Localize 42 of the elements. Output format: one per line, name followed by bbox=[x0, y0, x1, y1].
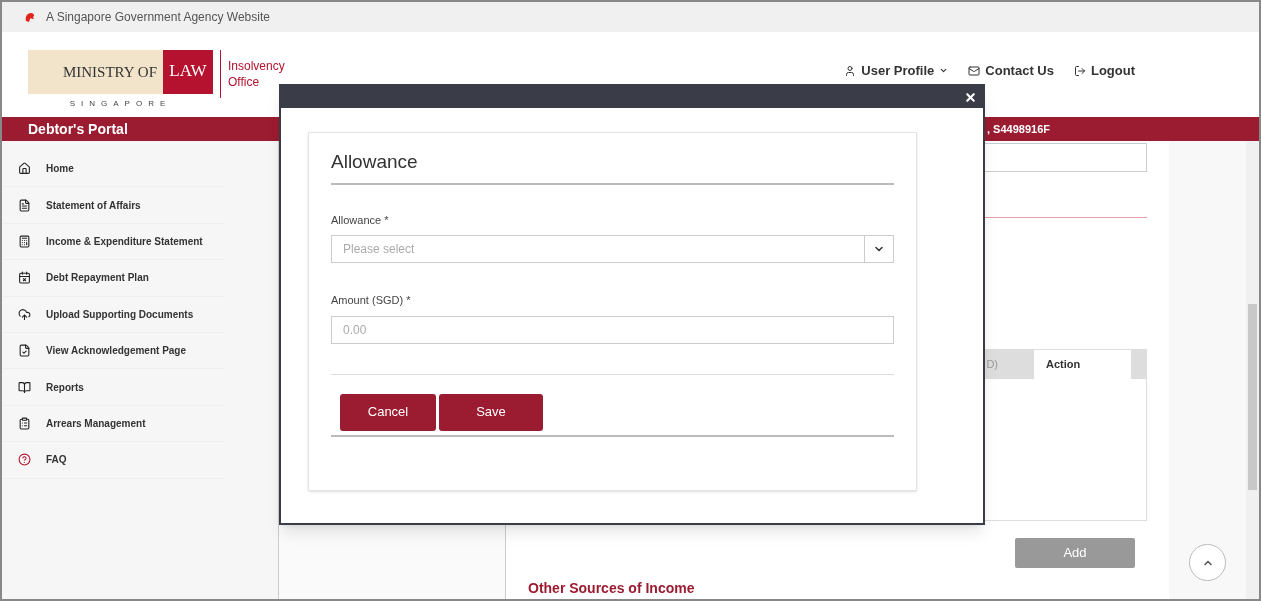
sidebar-icon bbox=[18, 344, 31, 358]
sidebar-icon bbox=[18, 162, 31, 176]
sidebar-icon bbox=[18, 198, 31, 212]
law-logo-text: LAW bbox=[163, 50, 213, 94]
nav-link[interactable]: Logout bbox=[1073, 61, 1135, 81]
sidebar-item[interactable]: FAQ bbox=[2, 442, 224, 479]
scrollbar[interactable] bbox=[1246, 141, 1259, 599]
amount-input[interactable]: 0.00 bbox=[331, 315, 894, 344]
sidebar-item[interactable]: Debt Repayment Plan bbox=[2, 260, 224, 297]
sidebar-icon bbox=[18, 307, 31, 321]
portal-title: Debtor's Portal bbox=[27, 119, 129, 139]
field-label: Amount (SGD) * bbox=[331, 293, 412, 308]
office-logo-text: Insolvency Office bbox=[228, 58, 286, 90]
table-scrollbar[interactable] bbox=[1131, 350, 1146, 380]
nav-link[interactable]: Contact Us bbox=[968, 61, 1054, 81]
singapore-logo-text: SINGAPORE bbox=[69, 98, 172, 110]
user-icon bbox=[844, 64, 857, 77]
sidebar-item[interactable]: View Acknowledgement Page bbox=[2, 332, 224, 370]
sidebar-item[interactable]: Reports bbox=[2, 369, 224, 406]
sidebar-icon bbox=[18, 271, 31, 285]
sidebar-icon bbox=[18, 380, 31, 394]
modal-title: Allowance bbox=[331, 148, 894, 185]
scroll-top-button[interactable] bbox=[1189, 544, 1226, 581]
sidebar-item[interactable]: Income & Expenditure Statement bbox=[2, 223, 224, 261]
save-button[interactable]: Save bbox=[439, 393, 543, 431]
section-title: Other Sources of Income bbox=[528, 579, 696, 598]
sidebar-item[interactable]: Home bbox=[2, 151, 224, 188]
sidebar-icon bbox=[18, 234, 31, 248]
sidebar-icon bbox=[18, 453, 31, 467]
ministry-logo-text: MINISTRY OF bbox=[28, 50, 163, 94]
mail-icon bbox=[968, 64, 981, 77]
close-icon[interactable] bbox=[964, 90, 977, 104]
sidebar-item[interactable]: Statement of Affairs bbox=[2, 187, 224, 224]
logout-icon bbox=[1073, 64, 1086, 77]
sidebar-item[interactable]: Upload Supporting Documents bbox=[2, 296, 224, 333]
nav-link[interactable]: User Profile bbox=[844, 61, 949, 81]
cancel-button[interactable]: Cancel bbox=[340, 393, 436, 431]
gov-banner-text: A Singapore Government Agency Website bbox=[46, 9, 270, 26]
field-label: Allowance * bbox=[331, 212, 390, 228]
sidebar-item[interactable]: Arrears Management bbox=[2, 405, 224, 443]
user-id-text: , S4498916F bbox=[987, 121, 1050, 137]
sidebar-icon bbox=[18, 416, 31, 430]
